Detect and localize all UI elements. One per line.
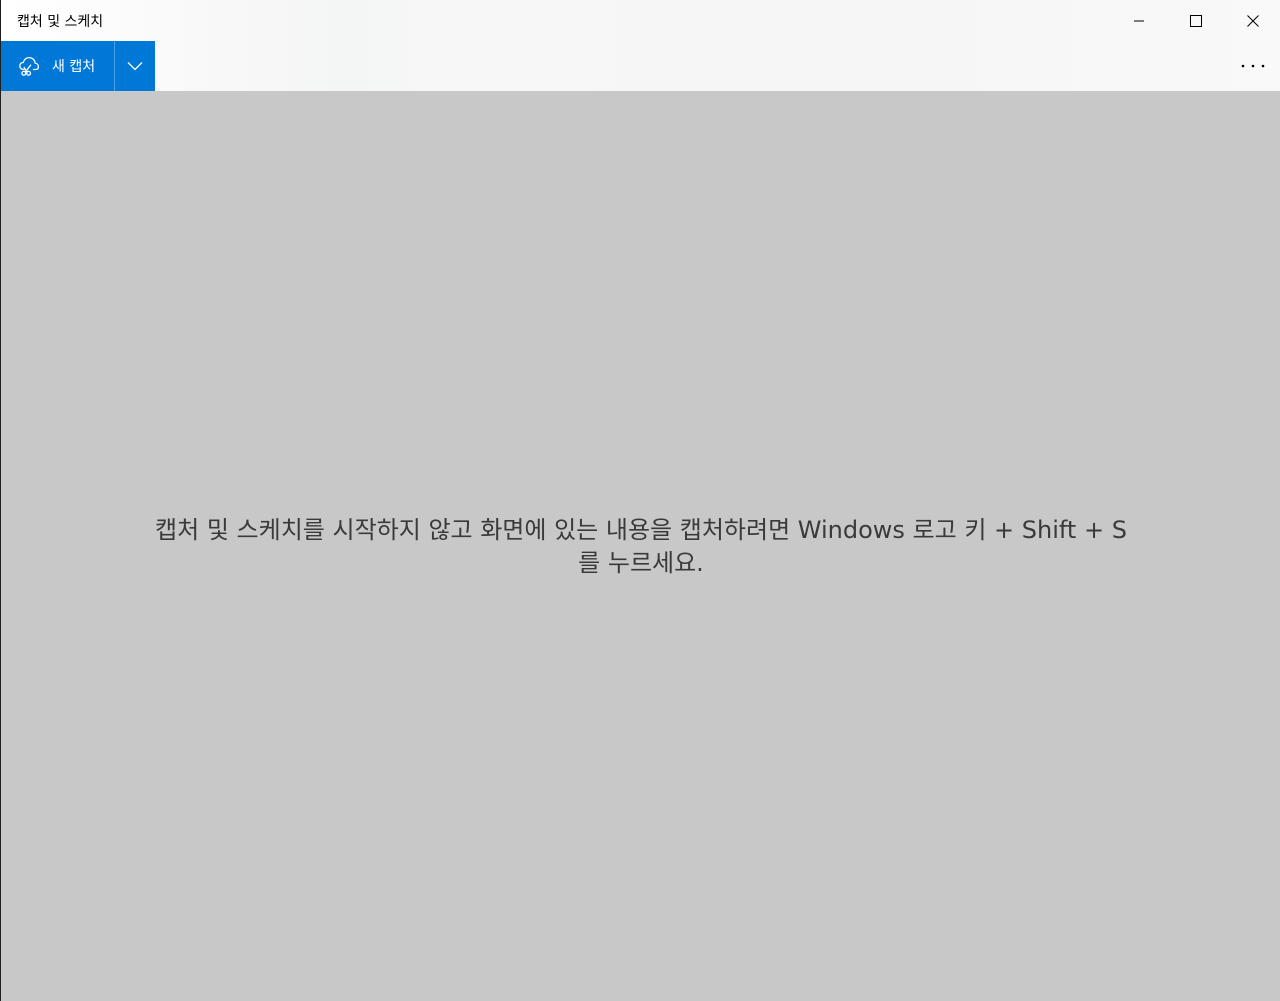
snip-canvas: 캡처 및 스케치를 시작하지 않고 화면에 있는 내용을 캡처하려면 Windo… — [1, 91, 1280, 1001]
header-area: 캡처 및 스케치 새 캡처 — [1, 0, 1280, 91]
minimize-button[interactable] — [1110, 0, 1167, 41]
snip-options-dropdown[interactable] — [115, 41, 155, 91]
chevron-down-icon — [127, 62, 143, 71]
more-options-button[interactable] — [1233, 41, 1273, 91]
more-horizontal-icon — [1241, 64, 1265, 68]
hint-text: 캡처 및 스케치를 시작하지 않고 화면에 있는 내용을 캡처하려면 Windo… — [101, 514, 1181, 580]
toolbar: 새 캡처 — [1, 41, 1280, 91]
maximize-icon — [1189, 14, 1202, 27]
close-button[interactable] — [1224, 0, 1280, 41]
snip-scissors-icon — [19, 56, 40, 76]
app-window: 캡처 및 스케치 새 캡처 캡처 및 스케치를 시작하지 않고 화면에 있는 내… — [0, 0, 1280, 1001]
app-title: 캡처 및 스케치 — [17, 14, 104, 30]
maximize-button[interactable] — [1167, 0, 1224, 41]
new-snip-label: 새 캡처 — [52, 59, 96, 75]
minimize-icon — [1133, 20, 1144, 21]
hint-line-1: 캡처 및 스케치를 시작하지 않고 화면에 있는 내용을 캡처하려면 Windo… — [155, 516, 1127, 544]
title-bar[interactable]: 캡처 및 스케치 — [1, 0, 1280, 41]
close-icon — [1246, 14, 1259, 27]
hint-line-2: 를 누르세요. — [578, 549, 704, 577]
new-snip-button[interactable]: 새 캡처 — [1, 41, 114, 91]
